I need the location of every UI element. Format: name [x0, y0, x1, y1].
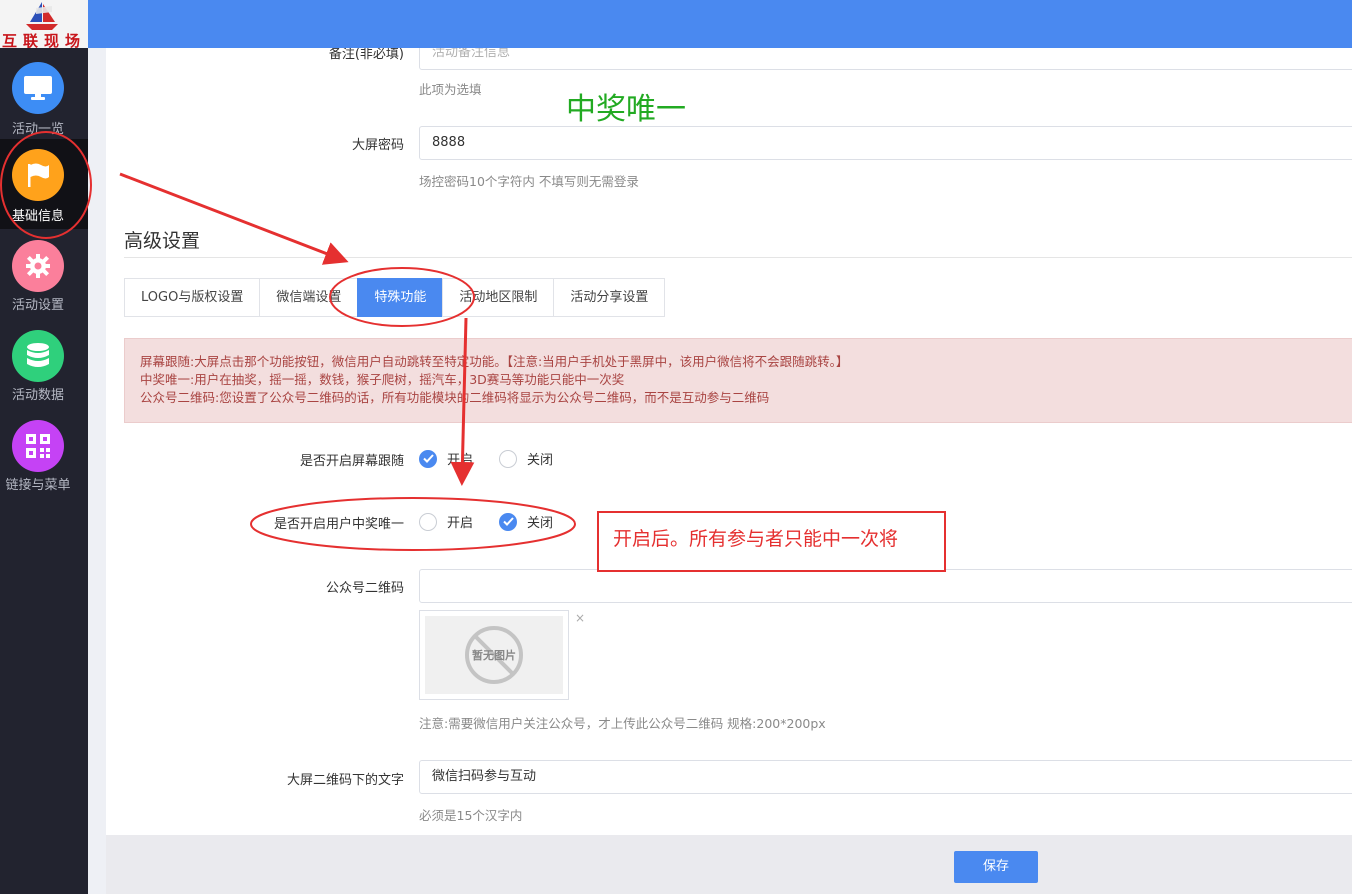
brand-logo[interactable]: 互联现场	[0, 0, 88, 48]
tab-region-limit[interactable]: 活动地区限制	[442, 278, 554, 317]
sidebar-item-activity-settings[interactable]: 活动设置	[0, 234, 88, 324]
check-icon	[422, 454, 434, 463]
screen-follow-on-radio[interactable]	[419, 449, 437, 468]
win-once-label: 是否开启用户中奖唯一	[273, 517, 404, 532]
top-bar-overlay	[88, 0, 1352, 48]
advanced-tabs: LOGO与版权设置 微信端设置 特殊功能 活动地区限制 活动分享设置	[124, 278, 666, 317]
win-once-radio-group: 开启 关闭	[419, 512, 579, 531]
sidebar-item-label: 活动设置	[11, 298, 64, 313]
sidebar-item-label: 链接与菜单	[5, 478, 71, 493]
notice-line: 屏幕跟随:大屏点击那个功能按钮，微信用户自动跳转至特定功能。【注意:当用户手机处…	[140, 354, 849, 369]
qrcode-preview[interactable]: 暂无图片	[419, 610, 569, 700]
tab-share-settings[interactable]: 活动分享设置	[553, 278, 666, 317]
win-once-off-radio[interactable]	[499, 512, 518, 531]
remark-hint: 此项为选填	[419, 82, 482, 97]
win-once-off-label[interactable]: 关闭	[527, 512, 553, 531]
tab-wechat-settings[interactable]: 微信端设置	[259, 278, 358, 317]
tab-logo-copyright[interactable]: LOGO与版权设置	[124, 278, 260, 317]
brand-name: 互联现场	[1, 32, 86, 48]
sidebar-item-activity-data[interactable]: 活动数据	[0, 324, 88, 414]
screen-text-label: 大屏二维码下的文字	[286, 773, 404, 788]
save-button[interactable]: 保存	[954, 851, 1038, 883]
tab-special-features[interactable]: 特殊功能	[357, 278, 443, 317]
advanced-settings-title: 高级设置	[124, 230, 201, 252]
qrcode-label: 公众号二维码	[325, 581, 404, 596]
flag-icon	[12, 149, 64, 201]
close-icon[interactable]: ×	[575, 611, 585, 625]
notice-line: 中奖唯一:用户在抽奖，摇一摇，数钱，猴子爬树，摇汽车，3D赛马等功能只能中一次奖	[140, 372, 625, 387]
screen-follow-radio-group: 开启 关闭	[419, 449, 579, 468]
no-image-placeholder: 暂无图片	[425, 616, 563, 694]
qrcode-hint: 注意:需要微信用户关注公众号，才上传此公众号二维码 规格:200*200px	[419, 716, 826, 731]
footer-bar	[106, 835, 1352, 894]
section-divider	[124, 257, 1352, 258]
screen-password-label: 大屏密码	[351, 138, 404, 153]
sidebar-item-activity-list[interactable]: 活动一览	[0, 54, 88, 144]
ship-logo-icon	[26, 2, 58, 30]
annotation-green-text: 中奖唯一	[566, 92, 686, 127]
sidebar: 互联现场 活动一览 基础信息 活动设置 活动数据 链接与菜单	[0, 0, 88, 894]
qrcode-icon	[12, 420, 64, 472]
no-image-icon: 暂无图片	[465, 626, 523, 684]
sidebar-item-basic-info[interactable]: 基础信息	[0, 139, 88, 229]
screen-password-input[interactable]: 8888	[419, 126, 1352, 160]
notice-alert: 屏幕跟随:大屏点击那个功能按钮，微信用户自动跳转至特定功能。【注意:当用户手机处…	[124, 338, 1352, 423]
notice-line: 公众号二维码:您设置了公众号二维码的话，所有功能模块的二维码将显示为公众号二维码…	[140, 390, 770, 405]
qrcode-input[interactable]	[419, 569, 1352, 603]
sidebar-item-label: 活动数据	[11, 388, 64, 403]
database-icon	[12, 330, 64, 382]
annotation-red-box: 开启后。所有参与者只能中一次将	[597, 511, 946, 572]
win-once-on-radio[interactable]	[419, 512, 437, 531]
screen-follow-on-label[interactable]: 开启	[447, 449, 473, 468]
screen-follow-off-radio[interactable]	[499, 449, 518, 468]
monitor-icon	[12, 62, 64, 114]
annotation-red-text: 开启后。所有参与者只能中一次将	[613, 528, 899, 550]
win-once-on-label[interactable]: 开启	[447, 512, 473, 531]
screen-follow-label: 是否开启屏幕跟随	[299, 454, 404, 469]
screen-text-hint: 必须是15个汉字内	[419, 808, 523, 823]
check-icon	[502, 517, 514, 526]
sidebar-item-label: 活动一览	[11, 122, 64, 137]
screen-password-hint: 场控密码10个字符内 不填写则无需登录	[419, 174, 639, 189]
no-image-text: 暂无图片	[472, 648, 516, 662]
sidebar-item-links-menu[interactable]: 链接与菜单	[0, 414, 88, 504]
screen-follow-off-label[interactable]: 关闭	[527, 449, 553, 468]
sidebar-item-label: 基础信息	[11, 209, 64, 224]
screen-text-input[interactable]: 微信扫码参与互动	[419, 760, 1352, 794]
content-gutter	[88, 48, 106, 894]
gear-icon	[12, 240, 64, 292]
